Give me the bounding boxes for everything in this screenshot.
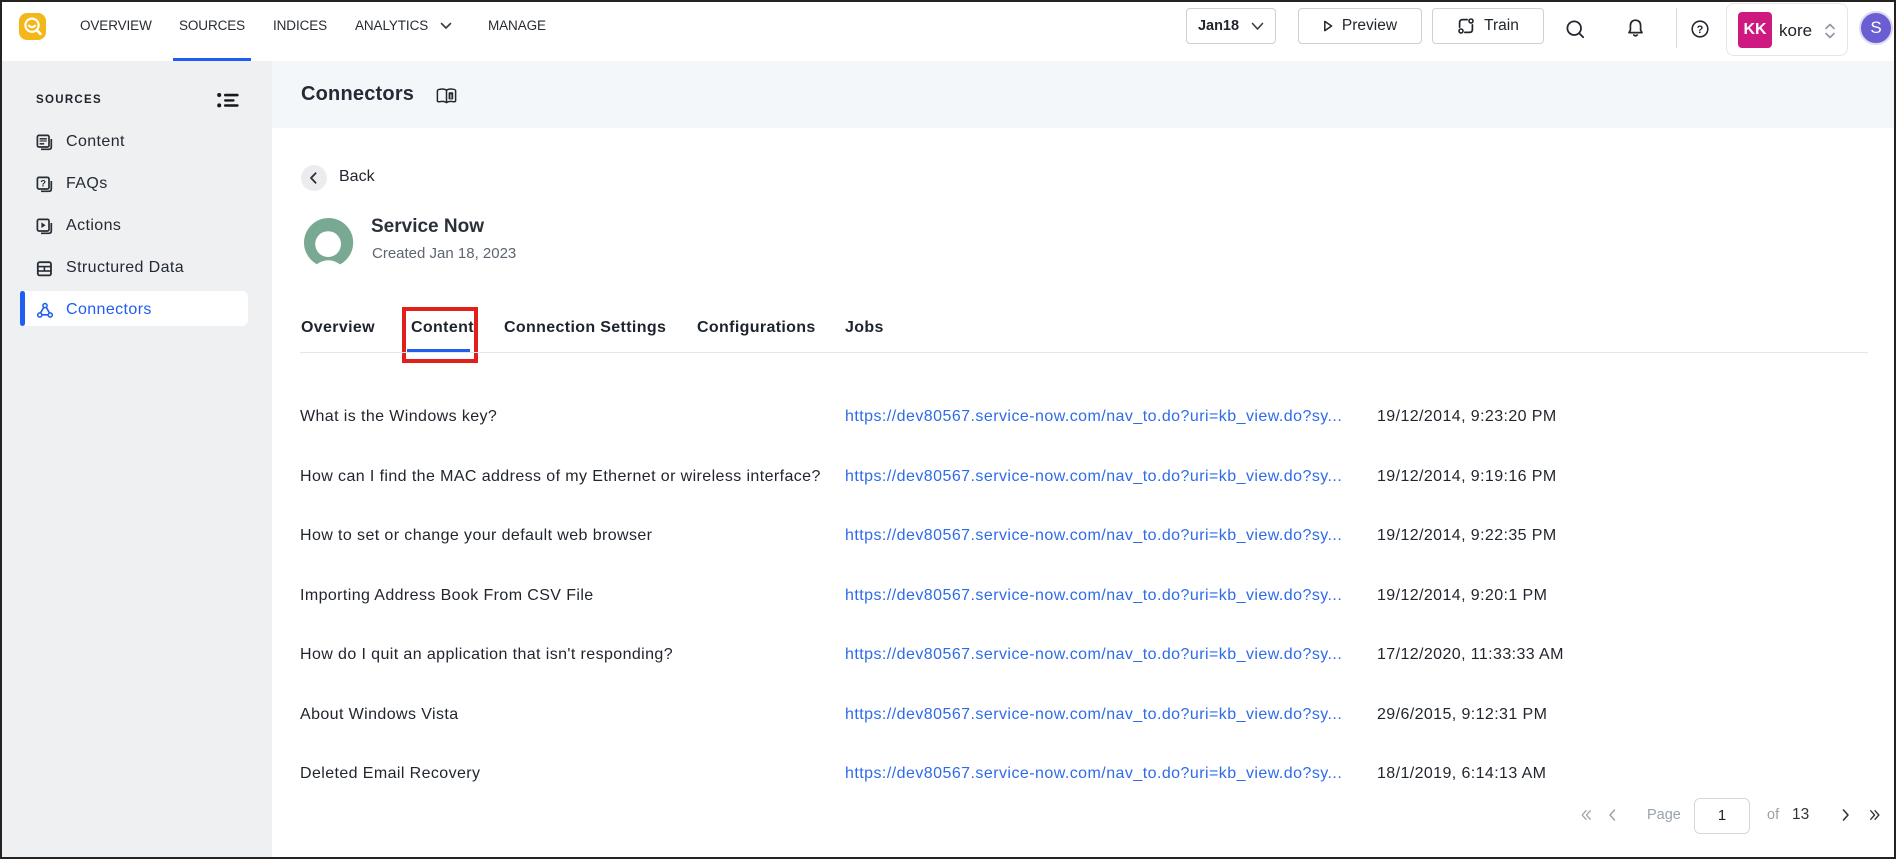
svg-text:?: ? <box>1697 24 1704 36</box>
svg-text:i: i <box>450 93 452 100</box>
svg-text:?: ? <box>40 179 46 190</box>
